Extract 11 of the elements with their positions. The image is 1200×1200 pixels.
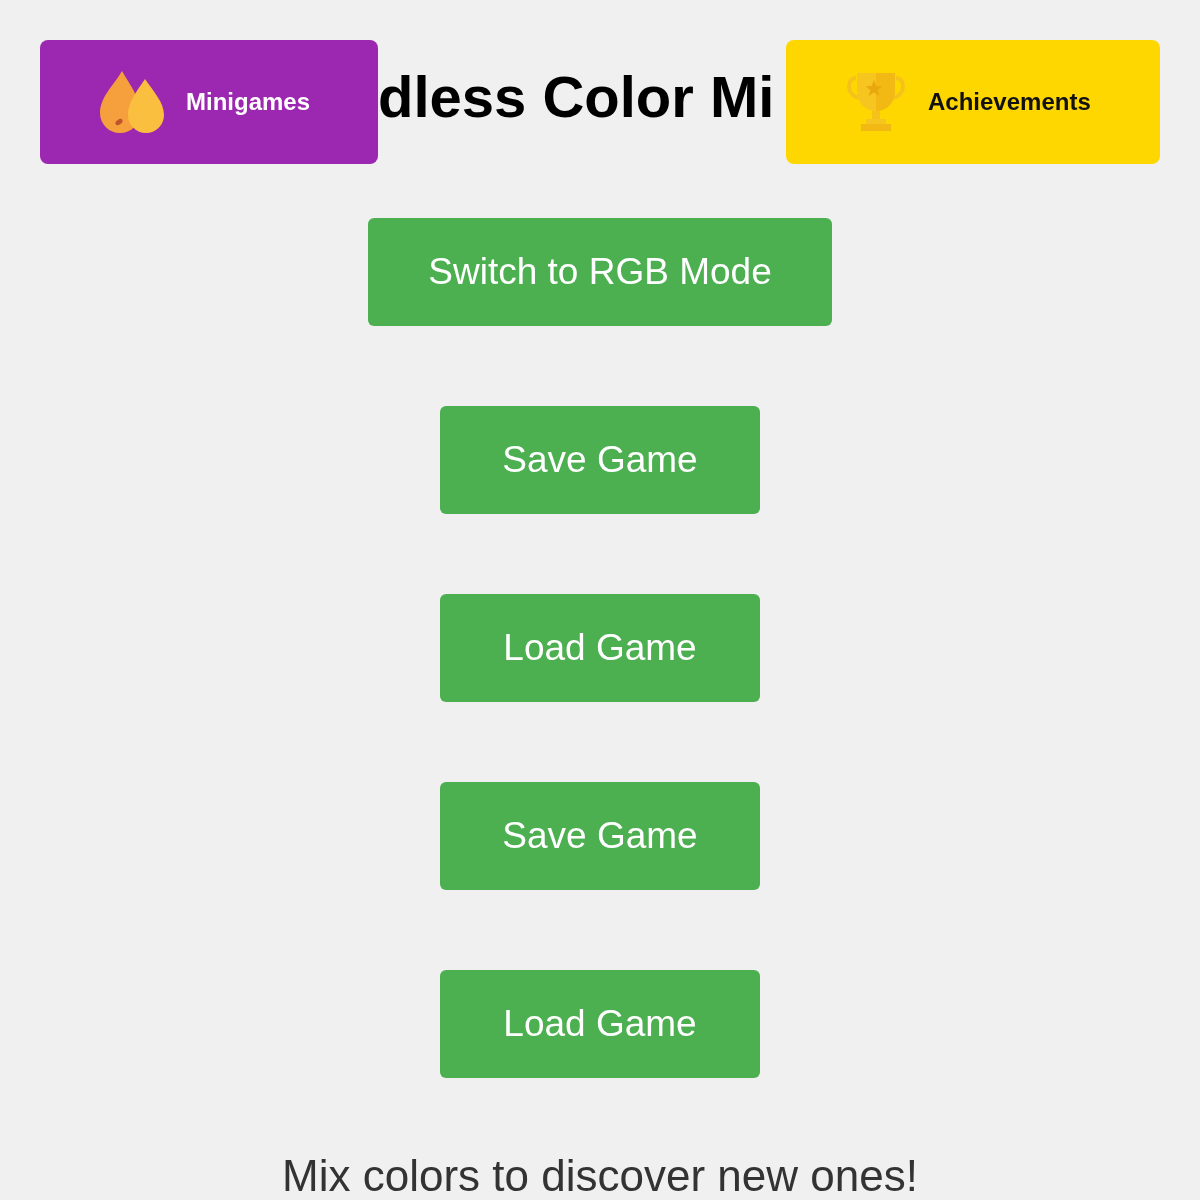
drops-icon (100, 71, 166, 133)
achievements-button[interactable]: Achievements (786, 40, 1160, 164)
action-button[interactable]: Load Game (440, 970, 760, 1078)
action-button[interactable]: Save Game (440, 782, 760, 890)
page-title: dless Color Mi (378, 62, 775, 131)
action-button[interactable]: Load Game (440, 594, 760, 702)
action-button[interactable]: Save Game (440, 406, 760, 514)
tagline-text: Mix colors to discover new ones! (282, 1154, 918, 1198)
minigames-button[interactable]: Minigames (40, 40, 378, 164)
trophy-icon (844, 70, 908, 134)
action-button[interactable]: Switch to RGB Mode (368, 218, 832, 326)
